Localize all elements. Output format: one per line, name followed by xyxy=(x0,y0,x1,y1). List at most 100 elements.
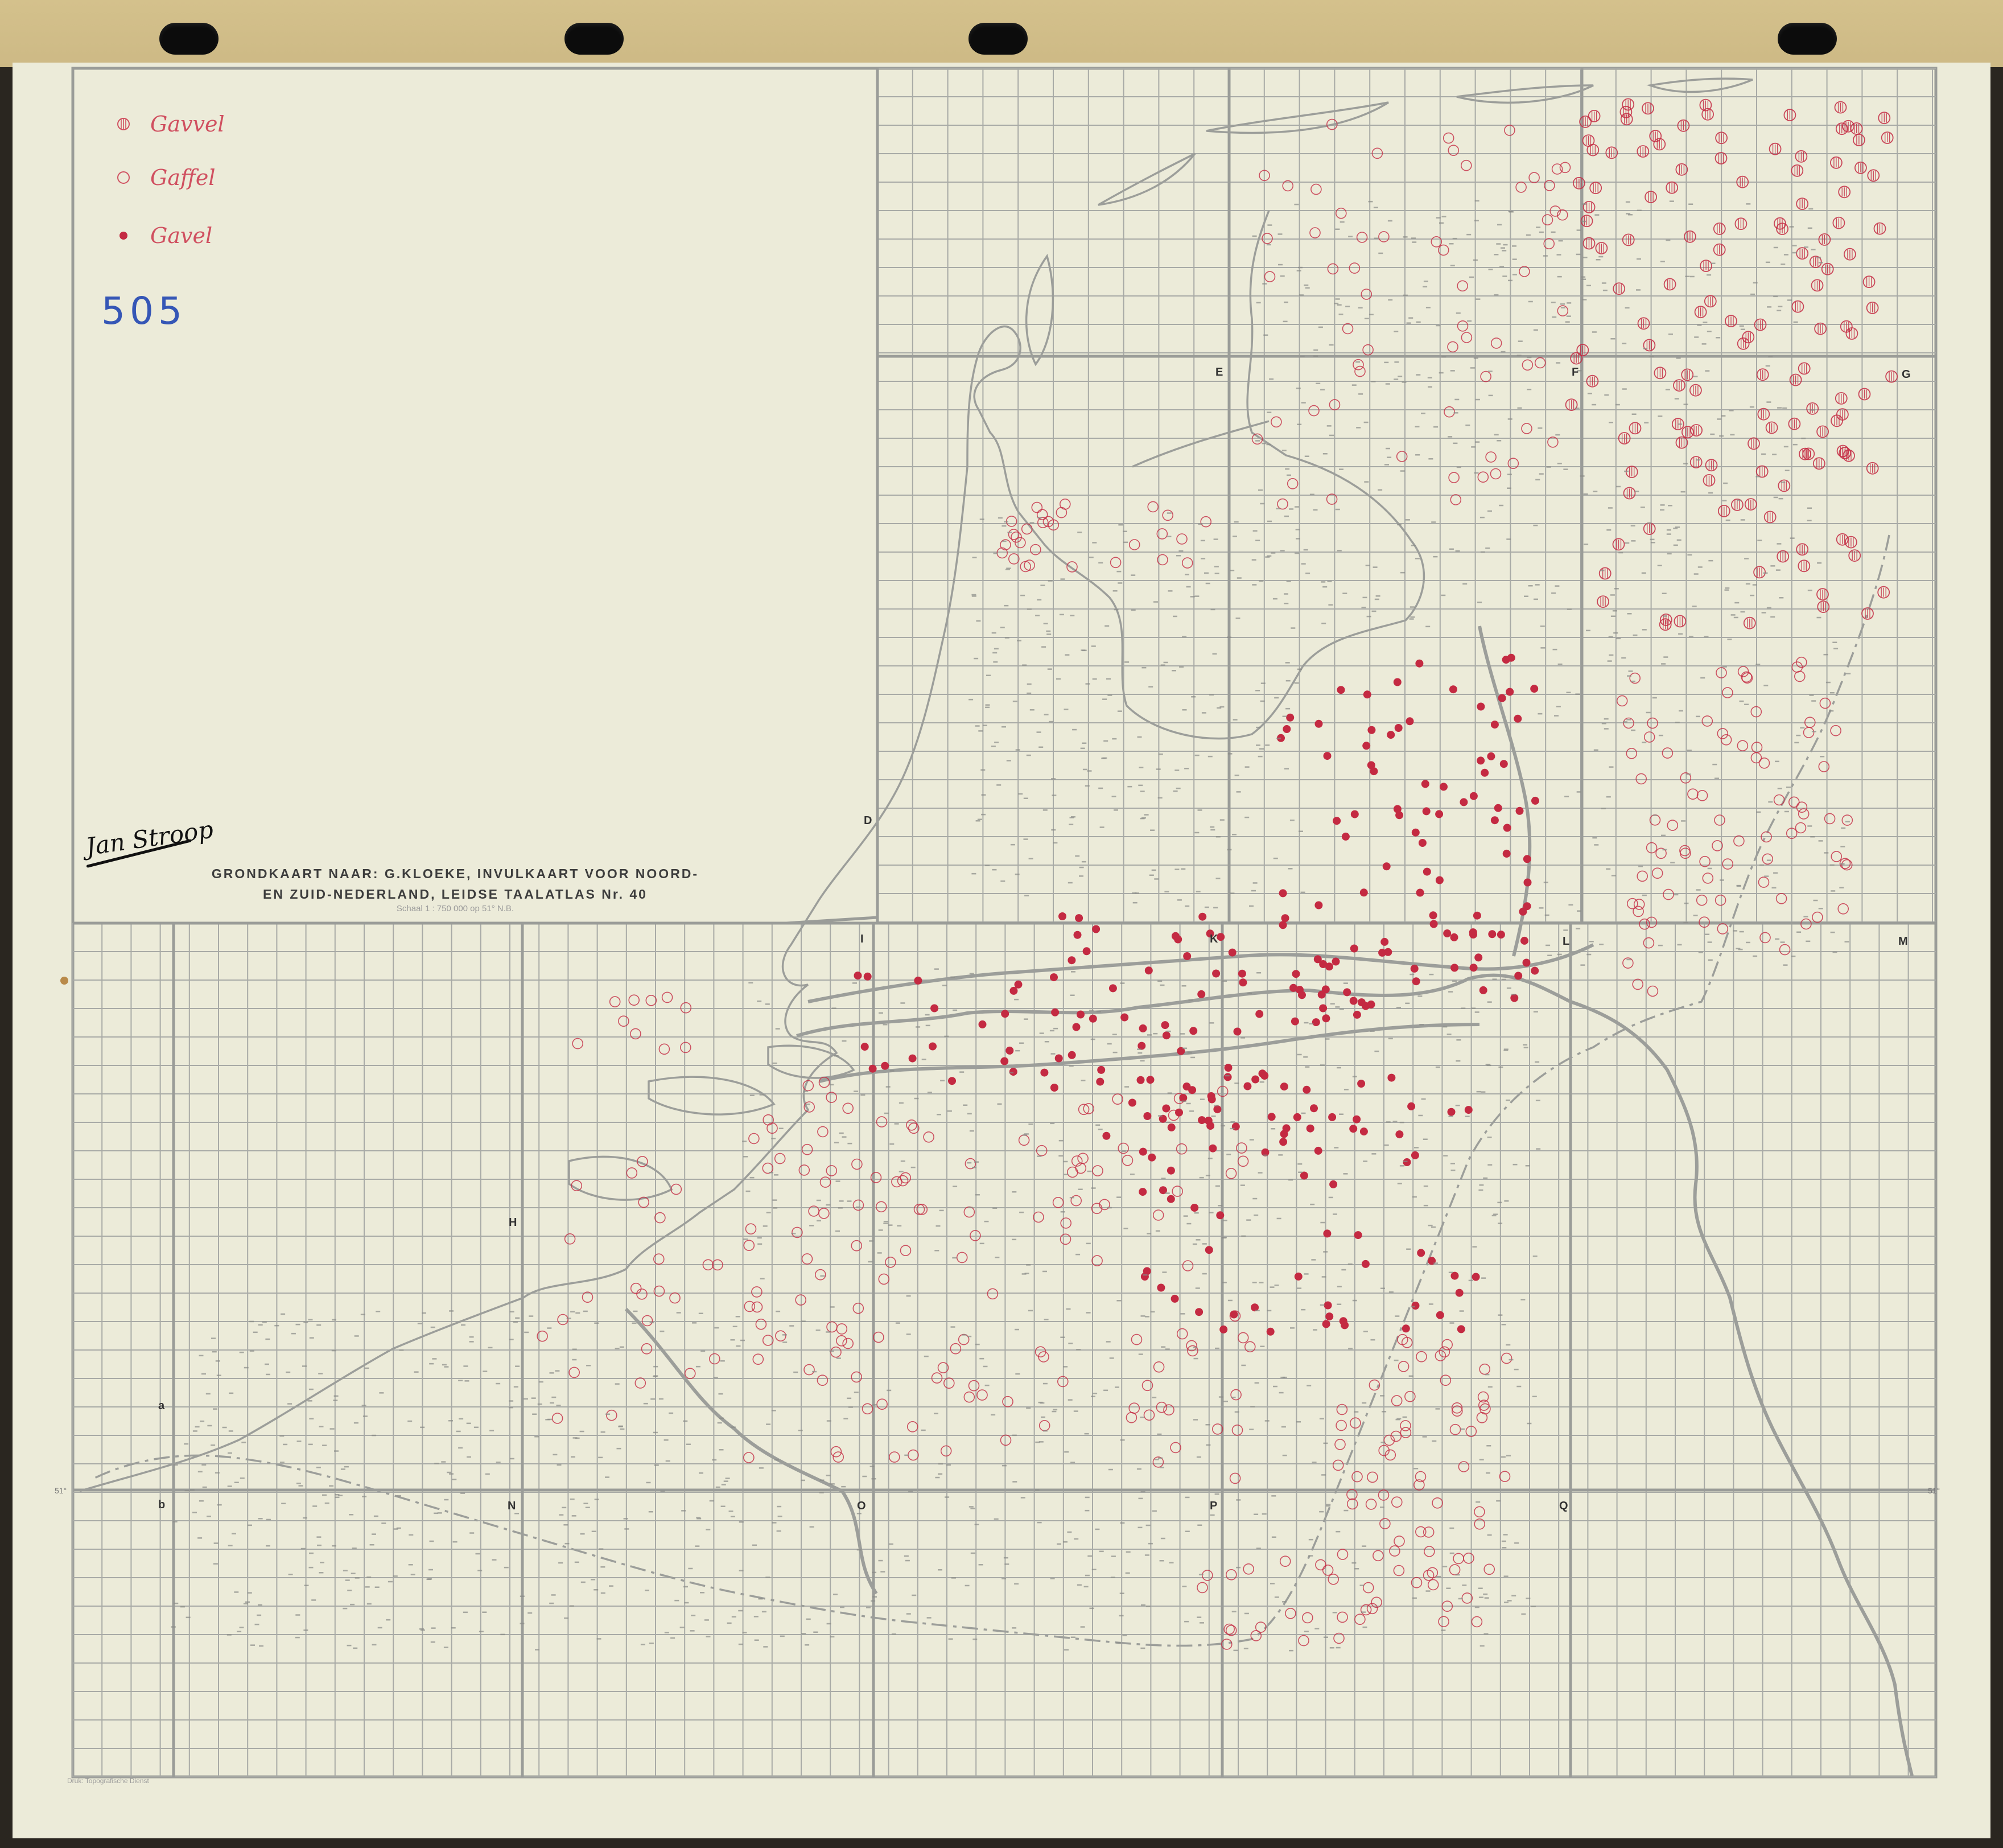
place-marker xyxy=(1650,542,1655,544)
gavvel-hatched-circle xyxy=(1595,242,1608,254)
place-marker xyxy=(1472,1246,1477,1248)
place-marker xyxy=(374,1586,380,1588)
gaffel-circle xyxy=(1394,1536,1405,1547)
gavel-dot xyxy=(1324,1301,1332,1310)
place-marker xyxy=(343,1570,348,1571)
place-marker xyxy=(676,1312,681,1314)
place-marker xyxy=(1633,634,1638,636)
place-marker xyxy=(1581,203,1586,205)
place-marker xyxy=(475,1553,480,1555)
place-marker xyxy=(1027,692,1032,694)
place-marker xyxy=(605,1413,611,1415)
place-marker xyxy=(291,1332,296,1335)
gavvel-hatched-circle xyxy=(1713,222,1726,235)
place-marker xyxy=(1027,683,1032,685)
place-marker xyxy=(199,1500,204,1502)
place-marker xyxy=(596,1638,601,1640)
place-marker xyxy=(184,1490,189,1492)
place-marker xyxy=(1767,306,1772,308)
place-marker xyxy=(1082,768,1087,771)
gavvel-hatched-circle xyxy=(1734,217,1748,231)
river-ijssel xyxy=(1478,625,1532,957)
gavel-dot xyxy=(1362,742,1371,750)
gavvel-hatched-circle xyxy=(1737,337,1750,350)
place-marker xyxy=(254,1623,259,1625)
place-marker xyxy=(1274,697,1279,699)
place-marker xyxy=(1592,837,1597,839)
gaffel-circle xyxy=(1126,1411,1137,1423)
place-marker xyxy=(283,1443,288,1446)
place-marker xyxy=(329,1428,335,1430)
gaffel-circle xyxy=(748,1133,760,1145)
national-border xyxy=(90,534,1890,1647)
place-marker xyxy=(1576,229,1581,231)
place-marker xyxy=(1064,709,1069,710)
place-marker xyxy=(456,1430,461,1433)
gavvel-hatched-circle xyxy=(1791,300,1804,313)
place-marker xyxy=(1606,529,1612,531)
place-marker xyxy=(1342,592,1347,594)
place-marker xyxy=(1237,577,1242,579)
place-marker xyxy=(1652,814,1658,816)
place-marker xyxy=(332,1545,336,1547)
place-marker xyxy=(1473,357,1478,359)
gaffel-circle xyxy=(815,1269,826,1281)
place-marker xyxy=(1236,1566,1241,1569)
place-marker xyxy=(991,746,996,747)
gavel-dot xyxy=(1255,1010,1264,1018)
place-marker xyxy=(690,1630,695,1632)
place-marker xyxy=(1299,294,1304,296)
place-marker xyxy=(1644,422,1649,423)
place-marker xyxy=(1488,394,1493,397)
place-marker xyxy=(1252,235,1257,237)
place-marker xyxy=(1455,550,1460,552)
place-marker xyxy=(1260,682,1266,684)
place-marker xyxy=(460,1492,465,1494)
place-marker xyxy=(1266,443,1271,446)
place-marker xyxy=(1345,306,1350,307)
gaffel-circle xyxy=(1463,1553,1474,1564)
place-marker xyxy=(318,1373,323,1374)
gaffel-circle xyxy=(775,1330,786,1341)
gaffel-circle xyxy=(1427,1567,1439,1579)
gaffel-circle xyxy=(1830,725,1841,736)
gaffel-circle xyxy=(1349,262,1361,274)
place-marker xyxy=(1116,1300,1122,1302)
place-marker xyxy=(1294,203,1299,205)
place-marker xyxy=(1338,314,1343,315)
place-marker xyxy=(1108,1468,1113,1471)
gavvel-hatched-circle xyxy=(1769,142,1782,155)
gavvel-hatched-circle xyxy=(1598,567,1612,580)
place-marker xyxy=(1670,862,1675,863)
place-marker xyxy=(1012,701,1017,702)
place-marker xyxy=(1662,592,1667,594)
place-marker xyxy=(1138,1497,1143,1500)
gavel-dot xyxy=(860,1043,869,1051)
place-marker xyxy=(211,1337,216,1339)
gavel-dot xyxy=(1333,817,1341,825)
gavvel-hatched-circle xyxy=(1715,131,1728,145)
place-marker xyxy=(372,1533,376,1535)
place-marker xyxy=(1423,1138,1428,1140)
gavel-dot xyxy=(1000,1057,1009,1065)
dialect-map: E F GDI K L MHab N O P Q51° 51° xyxy=(55,67,1940,1779)
place-marker xyxy=(1114,809,1118,811)
place-marker xyxy=(1568,904,1573,906)
place-marker xyxy=(1598,256,1604,258)
place-marker xyxy=(1256,744,1260,746)
place-marker xyxy=(1244,766,1250,768)
place-marker xyxy=(1601,723,1606,725)
place-marker xyxy=(1334,302,1339,304)
place-marker xyxy=(1757,540,1762,541)
place-marker xyxy=(1160,984,1165,986)
place-marker xyxy=(962,1334,967,1336)
place-marker xyxy=(771,1410,776,1411)
place-marker xyxy=(774,1174,778,1176)
place-marker xyxy=(1334,1147,1339,1149)
place-marker xyxy=(1026,754,1031,756)
place-marker xyxy=(974,1524,979,1525)
gaffel-circle xyxy=(628,994,640,1006)
place-marker xyxy=(1493,1213,1498,1215)
place-marker xyxy=(991,1414,996,1416)
gaffel-circle xyxy=(1448,472,1460,483)
